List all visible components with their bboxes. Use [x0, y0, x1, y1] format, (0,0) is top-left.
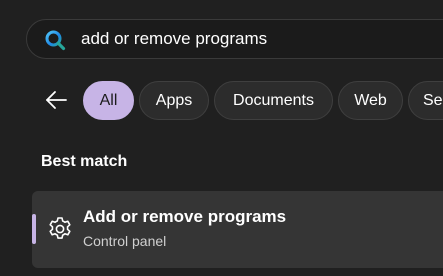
search-box[interactable] — [26, 19, 443, 59]
search-input[interactable] — [81, 28, 441, 50]
filter-chip-documents[interactable]: Documents — [214, 81, 333, 120]
gear-icon — [49, 217, 71, 239]
result-title: Add or remove programs — [83, 207, 287, 226]
filter-chip-all[interactable]: All — [83, 81, 134, 120]
section-title-best-match: Best match — [41, 153, 128, 170]
search-panel: All Apps Documents Web Se Best match Add… — [0, 0, 443, 276]
result-subtitle: Control panel — [83, 233, 167, 249]
best-match-result[interactable]: Add or remove programs Control panel — [32, 191, 443, 268]
selection-indicator — [32, 214, 36, 244]
filter-chip-settings[interactable]: Se — [408, 81, 443, 120]
filter-chip-web[interactable]: Web — [338, 81, 403, 120]
back-arrow-icon[interactable] — [42, 86, 70, 114]
filter-chip-apps[interactable]: Apps — [139, 81, 209, 120]
search-icon — [45, 30, 66, 51]
